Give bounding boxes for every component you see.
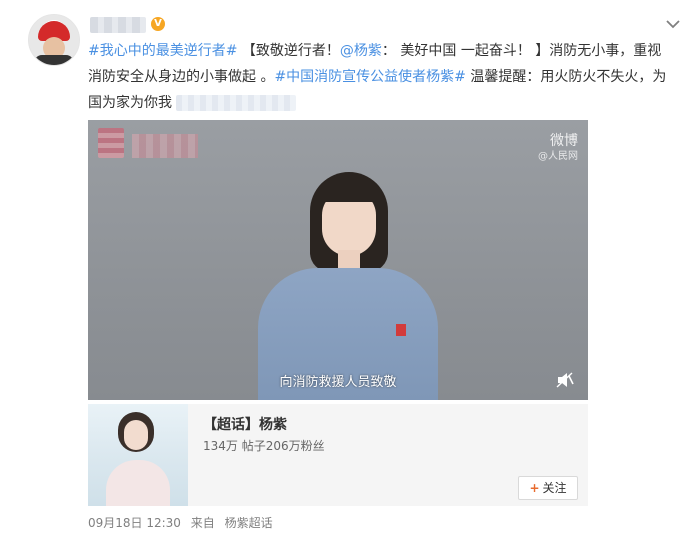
avatar[interactable] [28, 14, 80, 66]
hashtag-link[interactable]: #我心中的最美逆行者# [88, 43, 237, 59]
video-frame-person [258, 172, 438, 400]
username-blurred[interactable] [90, 17, 146, 33]
follow-button[interactable]: + 关注 [518, 476, 578, 500]
video-subtitle: 向消防救援人员致敬 [279, 375, 397, 390]
source-prefix: 来自 [190, 516, 215, 530]
watermark-text-blurred [132, 134, 198, 158]
video-player[interactable]: 微博 @人民网 向消防救援人员致敬 [88, 120, 588, 400]
post-text-segment: 【致敬逆行者！ [237, 43, 340, 59]
post-text: #我心中的最美逆行者# 【致敬逆行者！@杨紫： 美好中国 一起奋斗！ 】消防无小… [88, 38, 672, 116]
topic-thumbnail[interactable] [88, 404, 188, 506]
weibo-watermark-sub: @人民网 [538, 151, 578, 162]
source-link[interactable]: 杨紫超话 [225, 516, 273, 530]
chevron-down-icon[interactable] [665, 18, 681, 30]
weibo-watermark-label: 微博 [550, 133, 578, 149]
mention-link[interactable]: @杨紫 [340, 43, 382, 59]
topic-title[interactable]: 【超话】杨紫 [203, 414, 287, 434]
mute-icon[interactable] [556, 372, 574, 388]
watermark-logo [98, 128, 124, 158]
blurred-link[interactable] [176, 95, 297, 111]
verified-icon: V [151, 17, 165, 31]
follow-label: 关注 [542, 481, 567, 495]
post-meta: 09月18日 12:30 来自 杨紫超话 [88, 514, 279, 531]
hashtag-link[interactable]: #中国消防宣传公益使者杨紫# [274, 69, 465, 85]
plus-icon: + [529, 481, 540, 495]
topic-stats: 134万 帖子206万粉丝 [203, 439, 325, 453]
post-time[interactable]: 09月18日 12:30 [88, 516, 181, 530]
weibo-watermark: 微博 @人民网 [538, 134, 578, 164]
super-topic-card[interactable]: 【超话】杨紫 134万 帖子206万粉丝 + 关注 [88, 404, 588, 506]
avatar-collar [34, 55, 74, 65]
